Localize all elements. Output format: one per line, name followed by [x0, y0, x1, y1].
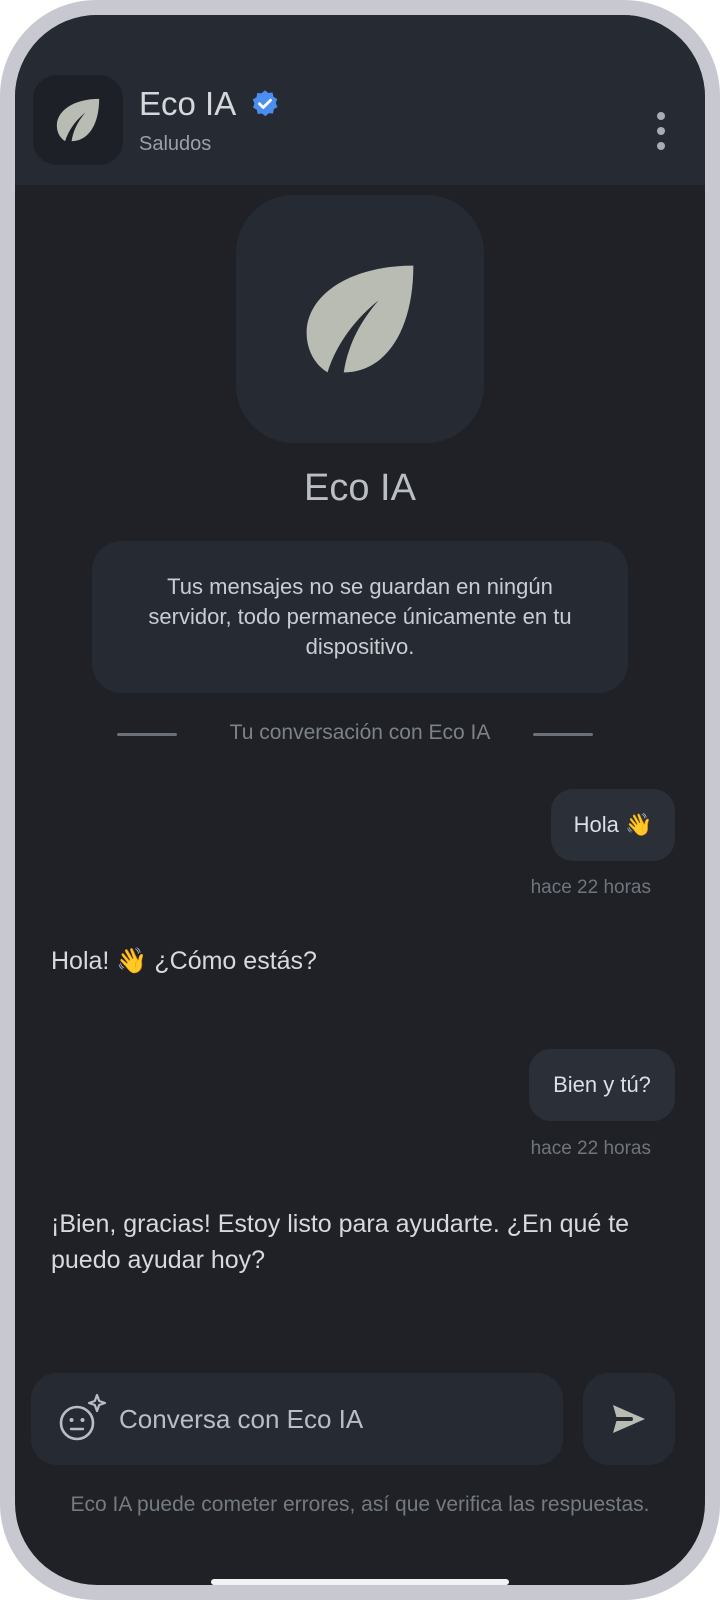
- divider-line-right: [533, 733, 593, 736]
- privacy-text: Tus mensajes no se guardan en ningún ser…: [148, 574, 572, 659]
- chat-header: Eco IA Saludos: [15, 15, 705, 185]
- message-timestamp: hace 22 horas: [530, 1138, 651, 1159]
- chat-subtitle: Saludos: [139, 133, 212, 155]
- home-indicator[interactable]: [211, 1579, 509, 1585]
- send-button[interactable]: [583, 1373, 675, 1465]
- device-frame: Eco IA Saludos Eco IA Tus mensajes no se…: [0, 0, 720, 1600]
- leaf-icon: [306, 265, 414, 373]
- divider-label: Tu conversación con Eco IA: [229, 721, 491, 744]
- message-input[interactable]: [119, 1373, 539, 1465]
- bot-avatar-large: [236, 195, 484, 443]
- more-vert-icon[interactable]: [639, 101, 683, 161]
- leaf-icon: [56, 98, 100, 142]
- verified-badge-icon: [252, 90, 278, 117]
- bot-message[interactable]: ¡Bien, gracias! Estoy listo para ayudart…: [51, 1206, 651, 1278]
- disclaimer-text: Eco IA puede cometer errores, así que ve…: [70, 1493, 650, 1516]
- emoji-sparkle-icon[interactable]: [55, 1391, 109, 1445]
- user-message[interactable]: Bien y tú?: [529, 1049, 675, 1121]
- chat-title: Eco IA: [139, 85, 237, 122]
- message-composer: [31, 1373, 563, 1465]
- privacy-notice: Tus mensajes no se guardan en ningún ser…: [92, 541, 628, 693]
- send-icon: [613, 1405, 645, 1433]
- user-message[interactable]: Hola 👋: [551, 789, 675, 861]
- message-timestamp: hace 22 horas: [530, 877, 651, 898]
- conversation-divider: Tu conversación con Eco IA: [15, 719, 705, 749]
- bot-name: Eco IA: [304, 467, 416, 509]
- bot-message[interactable]: Hola! 👋 ¿Cómo estás?: [51, 943, 651, 979]
- header-avatar[interactable]: [33, 75, 123, 165]
- app-screen: Eco IA Saludos Eco IA Tus mensajes no se…: [15, 15, 705, 1585]
